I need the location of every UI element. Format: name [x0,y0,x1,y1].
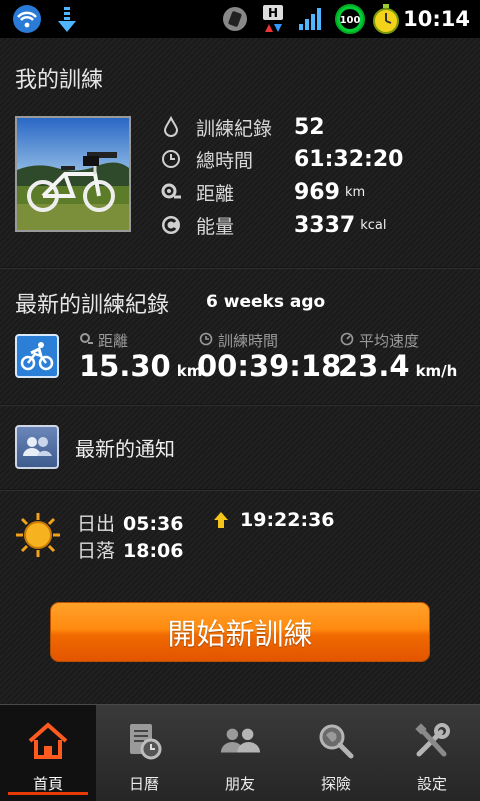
tab-label: 首頁 [32,775,63,793]
sunrise-row: 日出 05:36 [77,509,184,536]
profile-photo[interactable] [15,116,131,232]
divider [0,404,480,406]
metric-label-time: 訓練時間 [199,330,278,351]
svg-text:H: H [268,6,278,20]
clock-icon [160,148,182,170]
stat-value: 969 [294,179,340,205]
sunset-time: 18:06 [123,540,184,562]
stat-row-energy: 能量 3337 kcal [160,211,387,239]
tab-friends[interactable]: 朋友 [192,705,288,801]
battery-icon: 100 [333,4,367,34]
sun-icon [14,511,62,559]
stat-row-distance: 距離 969 km [160,178,365,206]
divider [0,267,480,269]
sunset-label: 日落 [77,540,116,562]
stat-unit: km [344,184,366,200]
clock-time: 10:14 [403,7,470,31]
vibrate-icon [220,4,250,34]
tab-label: 日曆 [128,775,159,793]
stat-row-records: 訓練紀錄 52 [160,113,325,141]
friends-icon [218,719,262,763]
tab-label: 設定 [416,775,447,793]
wifi-icon [8,4,46,34]
daylight-time: 19:22:36 [240,509,335,531]
tab-settings[interactable]: 設定 [384,705,480,801]
home-icon [26,719,70,763]
cycling-icon[interactable] [15,334,59,378]
notifications-icon[interactable] [15,425,59,469]
tab-home[interactable]: 首頁 [0,705,96,801]
stat-value: 52 [294,114,325,140]
metric-value-distance: 15.30 km [79,349,203,383]
my-training-title: 我的訓練 [15,68,104,93]
stat-label: 總時間 [196,149,254,172]
stat-unit: kcal [360,217,387,233]
drop-icon [160,115,182,138]
distance-icon [79,332,93,350]
metric-value-speed: 23.4 km/h [338,349,458,383]
latest-record-ago: 6 weeks ago [206,292,326,312]
sunrise-time: 05:36 [123,513,184,535]
stat-value: 61:32:20 [294,146,404,172]
energy-icon [160,214,182,236]
settings-icon [410,719,454,763]
stat-value: 3337 [294,212,356,238]
metric-label-distance: 距離 [79,330,128,351]
tab-label: 探險 [320,775,351,793]
bike-photo-image [17,118,129,230]
daylight-row: 19:22:36 [214,509,335,531]
svg-text:100: 100 [340,15,361,26]
divider [0,489,480,491]
tab-explore[interactable]: 探險 [288,705,384,801]
tab-calendar[interactable]: 日曆 [96,705,192,801]
metric-label-speed: 平均速度 [340,330,419,351]
download-icon [54,4,80,34]
notifications-label[interactable]: 最新的通知 [75,433,175,462]
explore-icon [314,719,358,763]
stat-label: 距離 [196,182,235,205]
up-arrow-icon [214,512,228,528]
clock-icon [199,332,213,350]
signal-icon [296,4,326,34]
stopwatch-icon [370,4,402,34]
status-bar: H 100 10:14 [0,0,480,38]
sunrise-label: 日出 [77,513,116,535]
stat-label: 訓練紀錄 [196,117,273,140]
calendar-icon [122,719,166,763]
distance-icon [160,181,182,203]
stat-row-total-time: 總時間 61:32:20 [160,145,403,173]
network-type-icon: H [259,4,287,34]
stat-label: 能量 [196,215,235,238]
bottom-nav: 首頁 日曆 朋友 探險 設定 [0,704,480,801]
speed-icon [340,332,354,350]
tab-label: 朋友 [224,775,255,793]
sunset-row: 日落 18:06 [77,536,184,563]
metric-value-time: 00:39:18 [197,349,342,383]
latest-record-title[interactable]: 最新的訓練紀錄 [15,287,169,319]
start-new-training-button[interactable]: 開始新訓練 [50,602,430,662]
